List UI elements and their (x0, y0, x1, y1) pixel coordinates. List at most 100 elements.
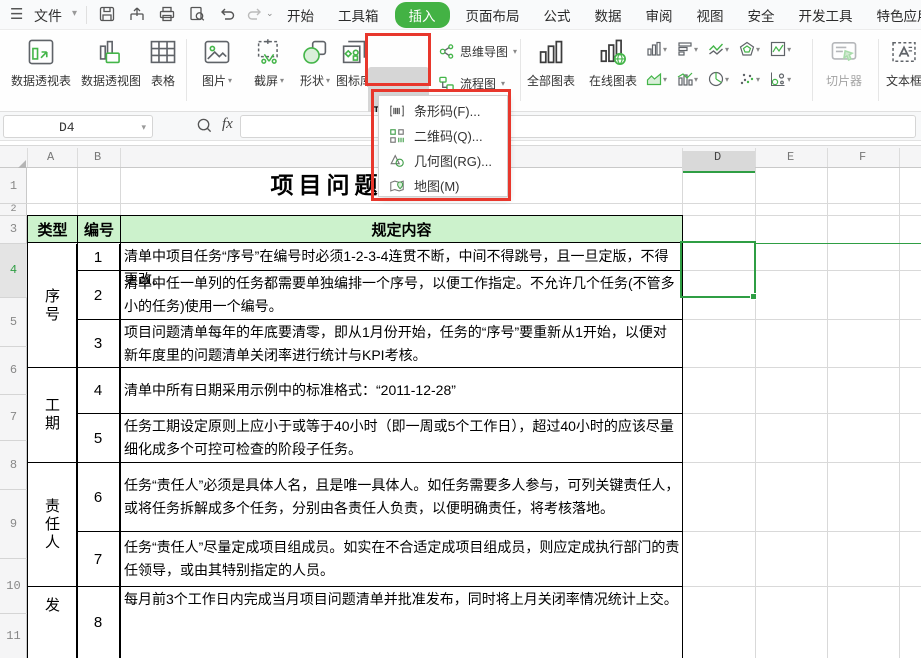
no-cell-2[interactable]: 2 (77, 271, 120, 319)
menu-item-geometry[interactable]: 几何图(RG)... (379, 148, 509, 173)
category-cell-zerenren[interactable]: 责任人 (27, 463, 77, 586)
mind-map-button[interactable]: 思维导图 ▾ (438, 43, 517, 60)
column-header-b[interactable]: B (94, 150, 101, 164)
selection-row-line (755, 243, 921, 244)
main-menu-icon[interactable]: ☰ (10, 8, 28, 22)
column-header-e[interactable]: E (787, 150, 794, 164)
tab-formulas[interactable]: 公式 (532, 3, 583, 27)
row-header-11[interactable]: 11 (0, 613, 27, 658)
stock-chart-icon[interactable]: ▾ (766, 41, 795, 57)
content-cell-6[interactable]: 任务“责任人”必须是具体人名，且是唯一具体人。如任务需要多人参与，可列关键责任人… (120, 463, 682, 531)
menu-item-barcode[interactable]: 条形码(F)... (379, 98, 509, 123)
no-cell-7[interactable]: 7 (77, 532, 120, 586)
header-cell-no[interactable]: 编号 (77, 215, 121, 243)
pie-chart-icon[interactable]: ▾ (704, 71, 733, 87)
row-header-9[interactable]: 9 (0, 489, 27, 558)
row-header-4-selected[interactable]: 4 (0, 243, 27, 297)
scatter-chart-icon[interactable]: ▾ (735, 71, 764, 87)
table-button[interactable]: 表格 (146, 36, 180, 89)
fill-handle[interactable] (750, 293, 757, 300)
line-chart-icon[interactable]: ▾ (704, 41, 733, 57)
category-cell-xuhao[interactable]: 序号 (27, 244, 77, 367)
row-header-5[interactable]: 5 (0, 297, 27, 346)
text-box-label: 文本框 (886, 72, 921, 89)
print-preview-icon[interactable] (188, 5, 208, 25)
content-cell-3[interactable]: 项目问题清单每年的年底要清零，即从1月份开始，任务的“序号”要重新从1开始，以便… (120, 320, 682, 367)
formula-input[interactable] (240, 115, 916, 138)
menu-item-label: 地图(M) (414, 176, 460, 195)
save-icon[interactable] (98, 5, 118, 25)
row-header-6[interactable]: 6 (0, 346, 27, 394)
select-all-icon[interactable] (18, 160, 26, 168)
export-icon[interactable] (128, 5, 148, 25)
no-cell-3[interactable]: 3 (77, 320, 120, 367)
tab-view[interactable]: 视图 (685, 3, 736, 27)
tab-toolbox[interactable]: 工具箱 (326, 3, 391, 27)
radar-chart-icon[interactable]: ▾ (735, 41, 764, 57)
name-box-caret-icon[interactable]: ▾ (141, 122, 146, 133)
column-header-f[interactable]: F (859, 150, 866, 164)
column-header-d[interactable]: D (714, 150, 721, 164)
column-chart-icon[interactable]: ▾ (642, 41, 671, 57)
row-header-3[interactable]: 3 (0, 215, 27, 243)
row-header-7[interactable]: 7 (0, 394, 27, 440)
name-box[interactable]: D4 ▾ (3, 115, 153, 138)
combo-chart-icon[interactable]: ▾ (673, 71, 702, 87)
category-cell-gongqi[interactable]: 工期 (27, 368, 77, 462)
online-chart-button[interactable]: 在线图表 (584, 36, 642, 89)
no-cell-1[interactable]: 1 (77, 244, 120, 270)
tab-special-apps[interactable]: 特色应用 (865, 3, 921, 27)
content-cell-2[interactable]: 清单中任一单列的任务都需要单独编排一个序号，以便工作指定。不允许几个任务(不管多… (120, 271, 682, 319)
pivot-chart-button[interactable]: 数据透视图 (78, 36, 144, 89)
gridline (682, 586, 921, 587)
flowchart-button[interactable]: 流程图 ▾ (438, 75, 505, 92)
bubble-chart-icon[interactable]: ▾ (766, 71, 795, 87)
slicer-button[interactable]: 切片器 (820, 36, 868, 89)
map-icon (389, 178, 405, 194)
fx-icon[interactable]: fx (222, 116, 233, 133)
no-cell-6[interactable]: 6 (77, 463, 120, 531)
no-cell-8[interactable]: 8 (77, 587, 120, 658)
no-cell-5[interactable]: 5 (77, 414, 120, 462)
picture-label: 图片 (202, 72, 226, 89)
header-cell-type[interactable]: 类型 (27, 215, 78, 243)
category-cell-fa[interactable]: 发 (27, 587, 77, 658)
redo-icon[interactable] (246, 5, 266, 25)
column-header-a[interactable]: A (47, 150, 54, 164)
zoom-search-icon[interactable] (196, 117, 213, 134)
row-header-10[interactable]: 10 (0, 558, 27, 613)
row-header-8[interactable]: 8 (0, 440, 27, 489)
tab-security[interactable]: 安全 (736, 3, 787, 27)
no-cell-4[interactable]: 4 (77, 368, 120, 413)
bar-chart-icon[interactable]: ▾ (673, 41, 702, 57)
menu-item-qrcode[interactable]: 二维码(Q)... (379, 123, 509, 148)
content-cell-5[interactable]: 任务工期设定原则上应小于或等于40小时（即一周或5个工作日），超过40小时的应该… (120, 414, 682, 462)
all-charts-button[interactable]: 全部图表 (524, 36, 578, 89)
gridline (682, 203, 921, 204)
tab-insert[interactable]: 插入 (395, 2, 450, 28)
content-cell-8[interactable]: 每月前3个工作日内完成当月项目问题清单并批准发布，同时将上月关闭率情况统计上交。 (120, 587, 682, 658)
pivot-table-button[interactable]: 数据透视表 (8, 36, 74, 89)
picture-button[interactable]: 图片▾ (190, 36, 244, 89)
pivot-table-label: 数据透视表 (11, 72, 71, 89)
undo-icon[interactable] (218, 5, 238, 25)
row-header-1[interactable]: 1 (0, 168, 27, 203)
file-menu[interactable]: 文件 (34, 6, 62, 26)
file-caret-icon[interactable]: ▾ (72, 8, 77, 19)
selected-cell-d4[interactable] (680, 241, 756, 298)
content-cell-7[interactable]: 任务“责任人”尽量定成项目组成员。如实在不合适定成项目组成员，则应定成执行部门的… (120, 532, 682, 586)
sheet-title[interactable]: 项目问题清单 (27, 168, 682, 203)
row-header-2[interactable]: 2 (0, 203, 27, 215)
text-box-button[interactable]: 文本框 (884, 36, 921, 89)
tab-page-layout[interactable]: 页面布局 (454, 3, 532, 27)
menu-item-map[interactable]: 地图(M) (379, 173, 509, 198)
area-chart-icon[interactable]: ▾ (642, 71, 671, 87)
tab-home[interactable]: 开始 (275, 3, 326, 27)
tab-data[interactable]: 数据 (583, 3, 634, 27)
tab-developer[interactable]: 开发工具 (787, 3, 865, 27)
print-icon[interactable] (158, 5, 178, 25)
tab-review[interactable]: 审阅 (634, 3, 685, 27)
content-cell-1[interactable]: 清单中项目任务“序号”在编号时必须1-2-3-4连贯不断，中间不得跳号，且一旦定… (120, 244, 682, 270)
content-cell-4[interactable]: 清单中所有日期采用示例中的标准格式：“2011-12-28” (120, 368, 682, 413)
header-cell-content[interactable]: 规定内容 (120, 215, 683, 243)
